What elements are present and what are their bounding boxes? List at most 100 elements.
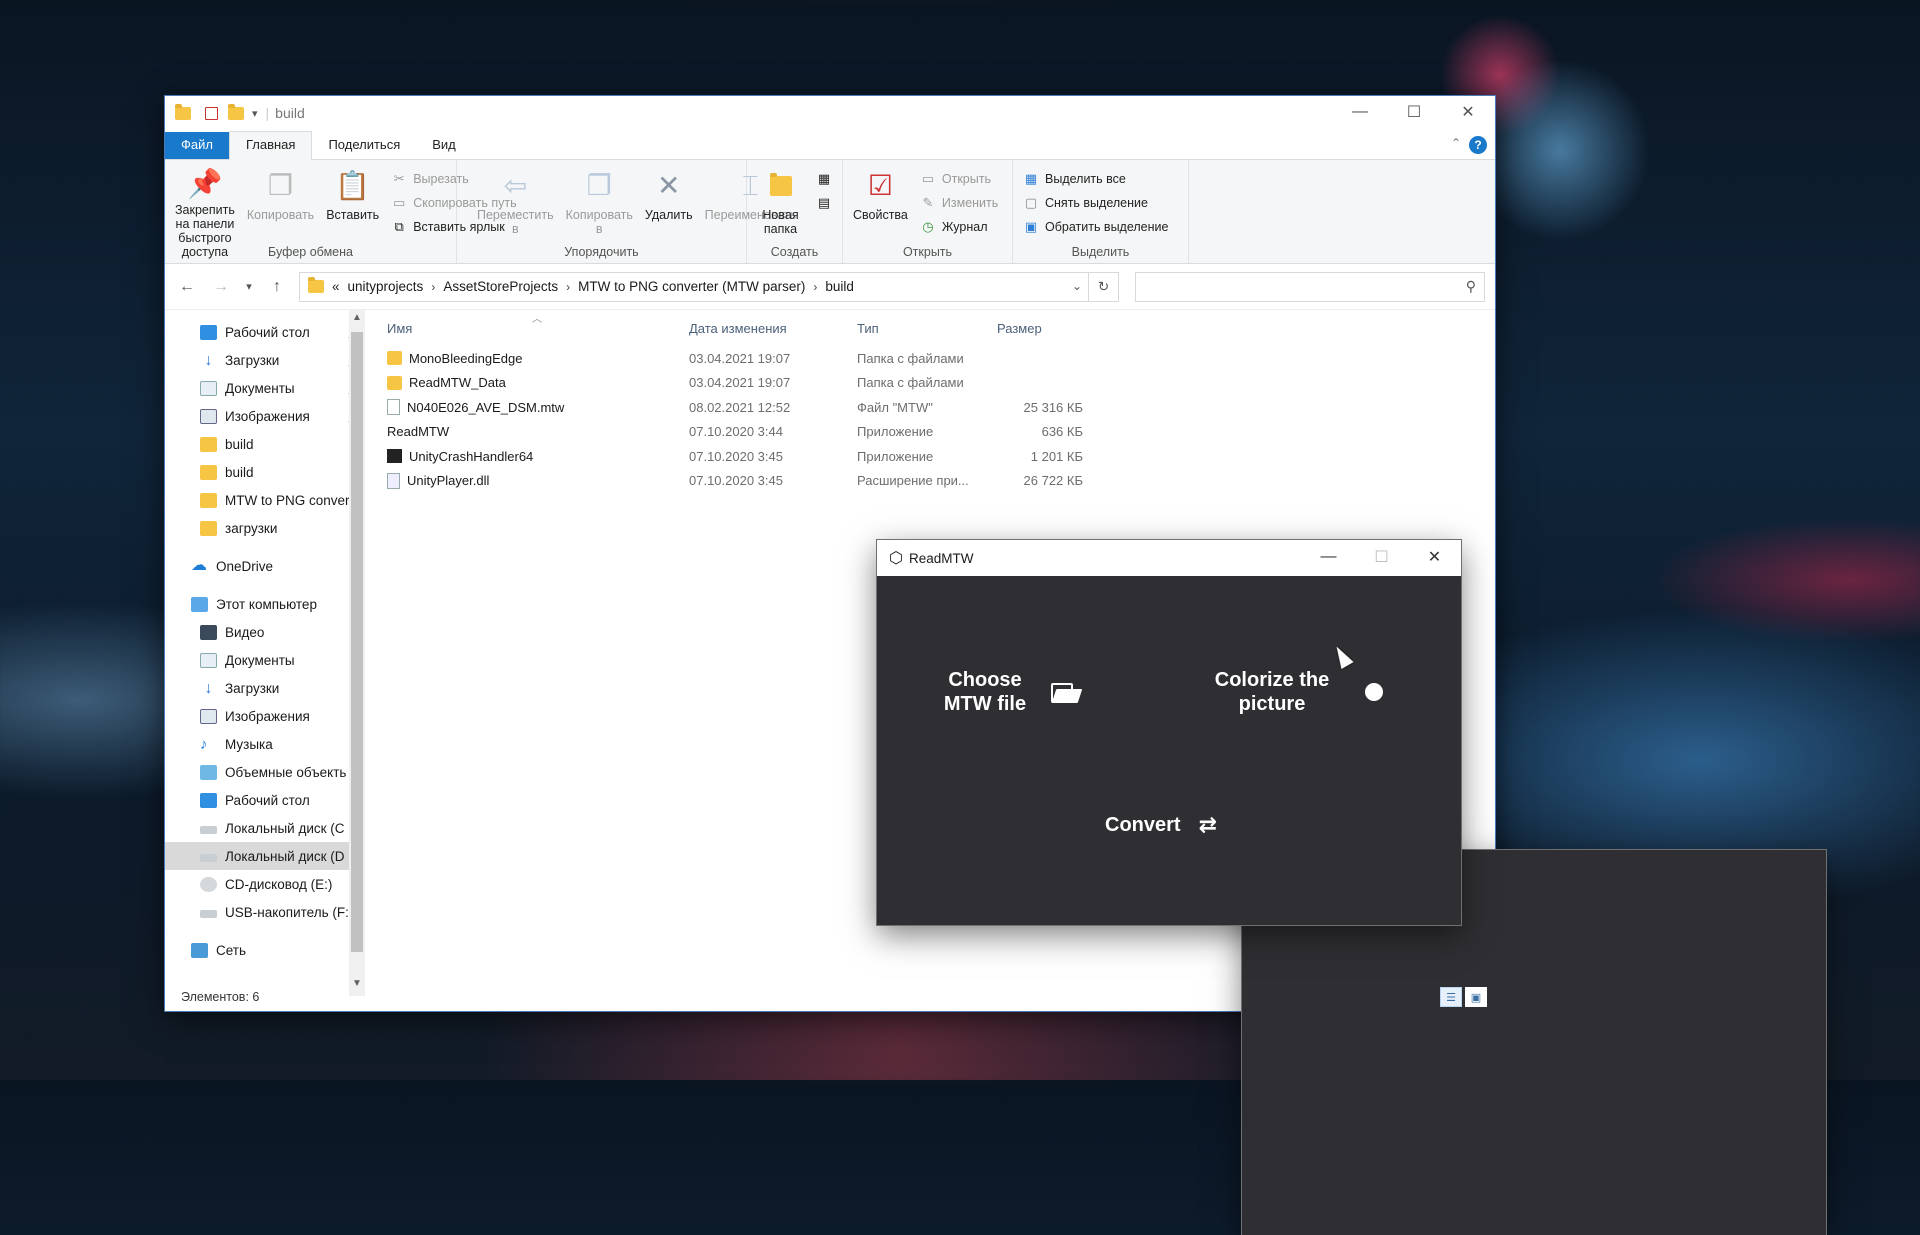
- breadcrumb-overflow[interactable]: «: [332, 279, 340, 294]
- choose-file-button[interactable]: Choose MTW file: [935, 668, 1083, 716]
- refresh-icon[interactable]: ↻: [1088, 272, 1118, 301]
- sidebar-item[interactable]: Видео: [165, 618, 365, 646]
- forward-arrow-icon[interactable]: →: [209, 278, 233, 296]
- quick-access-dropdown-icon[interactable]: ▾: [252, 107, 258, 120]
- easy-access-button[interactable]: ▤: [816, 194, 832, 212]
- sidebar-item[interactable]: build: [165, 430, 365, 458]
- file-size: 26 722 КБ: [1023, 473, 1083, 489]
- group-open: ☑ Свойства ▭ Открыть ✎ Изменить ◷ Журнал От…: [843, 160, 1013, 263]
- sidebar-item[interactable]: ♪ Музыка: [165, 730, 365, 758]
- scroll-thumb[interactable]: [351, 332, 363, 952]
- sidebar-item[interactable]: Этот компьютер: [165, 590, 365, 618]
- column-date[interactable]: Дата изменения: [689, 321, 857, 336]
- invert-selection-button[interactable]: ▣ Обратить выделение: [1023, 218, 1169, 236]
- address-bar[interactable]: « unityprojects › AssetStoreProjects › M…: [299, 271, 1119, 302]
- file-name: ReadMTW: [387, 424, 450, 440]
- file-row[interactable]: MonoBleedingEdge 03.04.2021 19:07 Папка с …: [387, 346, 1495, 371]
- history-button[interactable]: ◷ Журнал: [920, 218, 998, 236]
- sidebar-item[interactable]: Сеть: [165, 936, 365, 964]
- sidebar-item[interactable]: Изображения: [165, 702, 365, 730]
- new-folder-quick-icon[interactable]: [228, 103, 244, 120]
- file-row[interactable]: UnityPlayer.dll 07.10.2020 3:45 Расширение…: [387, 469, 1495, 494]
- sidebar-item[interactable]: Документы📌: [165, 374, 365, 402]
- sidebar-item[interactable]: Рабочий стол: [165, 786, 365, 814]
- copy-icon: ❐: [267, 170, 294, 201]
- file-name-cell: ReadMTW_Data: [387, 375, 689, 390]
- recent-locations-icon[interactable]: ▾: [243, 280, 255, 293]
- minimize-button[interactable]: —: [1333, 96, 1387, 128]
- search-input[interactable]: ⚲: [1135, 271, 1485, 302]
- back-arrow-icon[interactable]: ←: [175, 278, 199, 296]
- chevron-right-icon[interactable]: ›: [813, 280, 817, 294]
- sidebar-item[interactable]: ☁ OneDrive: [165, 552, 365, 580]
- help-icon[interactable]: ?: [1469, 136, 1487, 154]
- new-item-button[interactable]: ▦: [816, 170, 832, 188]
- large-icons-view-icon[interactable]: ▣: [1465, 987, 1487, 1007]
- sidebar-item[interactable]: Изображения📌: [165, 402, 365, 430]
- app-maximize-button[interactable]: ☐: [1355, 540, 1408, 574]
- sidebar-item[interactable]: CD-дисковод (E:): [165, 870, 365, 898]
- app-minimize-button[interactable]: —: [1302, 540, 1355, 574]
- group-label-clipboard: Буфер обмена: [268, 245, 353, 259]
- sidebar-scrollbar[interactable]: ▲ ▼: [349, 310, 365, 996]
- sidebar-item-label: Документы: [225, 652, 295, 668]
- chevron-down-icon[interactable]: ⌄: [1072, 279, 1082, 293]
- properties-quick-icon[interactable]: [205, 106, 218, 120]
- maximize-button[interactable]: ☐: [1387, 96, 1441, 128]
- toggle-circle-icon[interactable]: [1365, 683, 1383, 701]
- music-icon: ♪: [200, 735, 208, 753]
- chevron-right-icon[interactable]: ›: [431, 280, 435, 294]
- close-button[interactable]: ✕: [1441, 96, 1495, 128]
- tab-file[interactable]: Файл: [165, 132, 229, 159]
- sidebar-item[interactable]: USB-накопитель (F:: [165, 898, 365, 926]
- chevron-right-icon[interactable]: ›: [566, 280, 570, 294]
- scissors-icon: ✂: [393, 171, 405, 186]
- sidebar-item[interactable]: Локальный диск (D: [165, 842, 365, 870]
- column-size[interactable]: Размер: [997, 321, 1083, 336]
- documents-icon: [200, 380, 217, 396]
- app-close-button[interactable]: ✕: [1408, 540, 1461, 574]
- select-none-button[interactable]: ▢ Снять выделение: [1023, 194, 1168, 212]
- file-row[interactable]: N040E026_AVE_DSM.mtw 08.02.2021 12:52 Файл…: [387, 395, 1495, 420]
- colorize-label: Colorize the picture: [1214, 669, 1330, 715]
- sidebar-item[interactable]: Локальный диск (C: [165, 814, 365, 842]
- sidebar-item[interactable]: Документы: [165, 646, 365, 674]
- up-arrow-icon[interactable]: ↑: [265, 278, 289, 296]
- invert-selection-icon: ▣: [1024, 219, 1038, 234]
- file-row[interactable]: ⬡ ReadMTW 07.10.2020 3:44 Приложение 636 КБ: [387, 420, 1826, 1235]
- sidebar-item[interactable]: ↓Загрузки📌: [165, 346, 365, 374]
- sidebar-item[interactable]: build: [165, 458, 365, 486]
- breadcrumb-item[interactable]: AssetStoreProjects: [443, 279, 558, 294]
- file-type: Папка с файлами: [857, 350, 964, 366]
- convert-button[interactable]: Convert ⇄: [1105, 812, 1217, 838]
- network-icon: [191, 942, 208, 958]
- tab-home[interactable]: Главная: [228, 131, 313, 160]
- sidebar-item[interactable]: ↓ Загрузки: [165, 674, 365, 702]
- breadcrumb-item[interactable]: unityprojects: [348, 279, 424, 294]
- breadcrumb-item[interactable]: MTW to PNG converter (MTW parser): [578, 279, 805, 294]
- open-button[interactable]: ▭ Открыть: [920, 170, 998, 188]
- scroll-up-icon[interactable]: ▲: [349, 312, 365, 330]
- sidebar-item[interactable]: Объемные объекть: [165, 758, 365, 786]
- computer-icon: [191, 596, 208, 612]
- select-all-button[interactable]: ▦ Выделить все: [1023, 170, 1168, 188]
- easy-access-icon: ▤: [817, 195, 831, 210]
- edit-button[interactable]: ✎ Изменить: [920, 194, 998, 212]
- sidebar-item-label: Этот компьютер: [216, 596, 317, 612]
- ribbon-tabs: Файл Главная Поделиться Вид ⌃ ?: [165, 130, 1495, 160]
- sort-ascending-icon: ︿: [532, 314, 542, 325]
- file-row[interactable]: UnityCrashHandler64 07.10.2020 3:45 Прилож…: [387, 444, 1495, 469]
- breadcrumb-item[interactable]: build: [825, 279, 854, 294]
- tab-share[interactable]: Поделиться: [312, 132, 416, 159]
- collapse-ribbon-icon[interactable]: ⌃: [1451, 136, 1461, 150]
- column-type[interactable]: Тип: [857, 321, 997, 336]
- tab-view[interactable]: Вид: [416, 132, 472, 159]
- shortcut-icon: ⧉: [394, 219, 404, 234]
- details-view-icon[interactable]: ☰: [1440, 987, 1462, 1007]
- sidebar-item[interactable]: загрузки: [165, 514, 365, 542]
- file-row[interactable]: ReadMTW_Data 03.04.2021 19:07 Папка с файл…: [387, 371, 1495, 396]
- folder-icon: [200, 520, 217, 536]
- colorize-toggle[interactable]: Colorize the picture: [1207, 668, 1383, 716]
- sidebar-item[interactable]: MTW to PNG conver: [165, 486, 365, 514]
- sidebar-item[interactable]: Рабочий стол📌: [165, 318, 365, 346]
